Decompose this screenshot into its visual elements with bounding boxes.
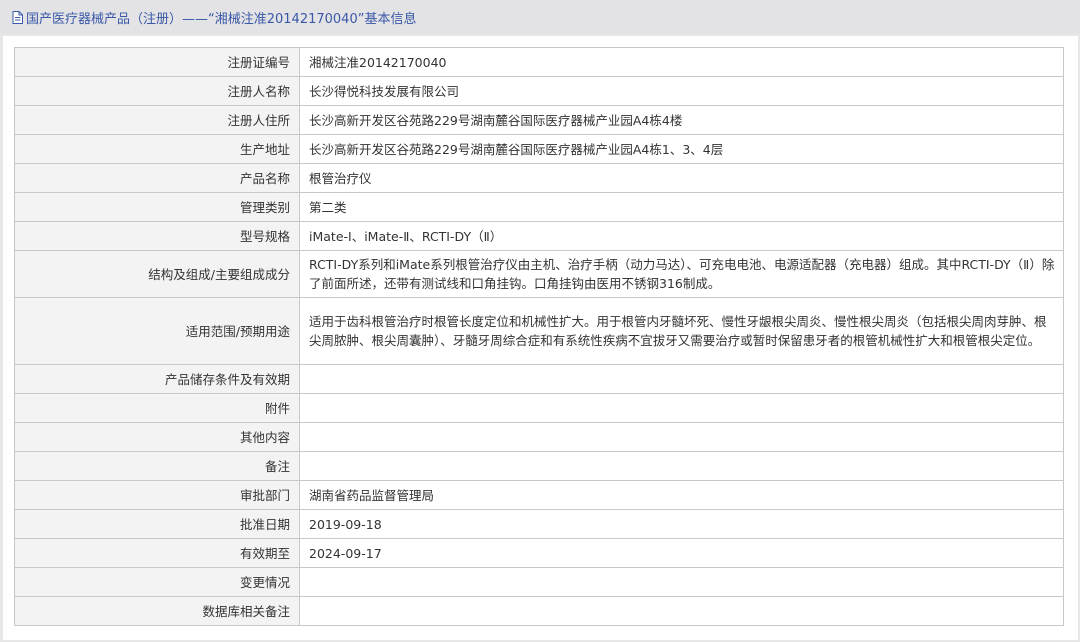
row-value: [299, 422, 1064, 452]
info-table: 注册证编号 湘械注准20142170040 注册人名称 长沙得悦科技发展有限公司…: [14, 47, 1064, 626]
table-row: 型号规格 iMate-Ⅰ、iMate-Ⅱ、RCTI-DY（Ⅱ）: [14, 221, 1064, 251]
page: 国产医疗器械产品（注册）——“湘械注准20142170040”基本信息 注册证编…: [0, 0, 1080, 642]
row-label: 适用范围/预期用途: [14, 297, 300, 365]
row-value: 长沙得悦科技发展有限公司: [299, 76, 1064, 106]
row-label: 变更情况: [14, 567, 300, 597]
row-label: 其他内容: [14, 422, 300, 452]
row-label: 产品储存条件及有效期: [14, 364, 300, 394]
row-label: 有效期至: [14, 538, 300, 568]
table-row: 审批部门 湖南省药品监督管理局: [14, 480, 1064, 510]
row-value: [299, 364, 1064, 394]
table-row: 备注: [14, 451, 1064, 481]
table-row: 结构及组成/主要组成成分 RCTI-DY系列和iMate系列根管治疗仪由主机、治…: [14, 250, 1064, 298]
row-value: [299, 393, 1064, 423]
row-value: 适用于齿科根管治疗时根管长度定位和机械性扩大。用于根管内牙髓坏死、慢性牙龈根尖周…: [299, 297, 1064, 365]
row-value: 湘械注准20142170040: [299, 47, 1064, 77]
table-row: 注册证编号 湘械注准20142170040: [14, 47, 1064, 77]
row-value: 湖南省药品监督管理局: [299, 480, 1064, 510]
row-label: 注册人名称: [14, 76, 300, 106]
row-value: 长沙高新开发区谷苑路229号湖南麓谷国际医疗器械产业园A4栋4楼: [299, 105, 1064, 135]
table-row: 其他内容: [14, 422, 1064, 452]
table-row: 批准日期 2019-09-18: [14, 509, 1064, 539]
table-row: 注册人名称 长沙得悦科技发展有限公司: [14, 76, 1064, 106]
row-value: [299, 451, 1064, 481]
row-value: iMate-Ⅰ、iMate-Ⅱ、RCTI-DY（Ⅱ）: [299, 221, 1064, 251]
row-label: 附件: [14, 393, 300, 423]
row-label: 注册人住所: [14, 105, 300, 135]
row-label: 批准日期: [14, 509, 300, 539]
table-row: 产品名称 根管治疗仪: [14, 163, 1064, 193]
row-label: 管理类别: [14, 192, 300, 222]
row-value: [299, 596, 1064, 626]
row-value: 2019-09-18: [299, 509, 1064, 539]
row-label: 型号规格: [14, 221, 300, 251]
table-row: 有效期至 2024-09-17: [14, 538, 1064, 568]
row-label: 生产地址: [14, 134, 300, 164]
row-label: 产品名称: [14, 163, 300, 193]
row-value: 第二类: [299, 192, 1064, 222]
page-header: 国产医疗器械产品（注册）——“湘械注准20142170040”基本信息: [0, 0, 1080, 34]
row-label: 审批部门: [14, 480, 300, 510]
table-row: 注册人住所 长沙高新开发区谷苑路229号湖南麓谷国际医疗器械产业园A4栋4楼: [14, 105, 1064, 135]
document-icon: [12, 10, 23, 24]
row-label: 数据库相关备注: [14, 596, 300, 626]
page-title: 国产医疗器械产品（注册）——“湘械注准20142170040”基本信息: [26, 11, 417, 27]
row-value: RCTI-DY系列和iMate系列根管治疗仪由主机、治疗手柄（动力马达）、可充电…: [299, 250, 1064, 298]
table-row: 变更情况: [14, 567, 1064, 597]
row-label: 结构及组成/主要组成成分: [14, 250, 300, 298]
table-row: 附件: [14, 393, 1064, 423]
detail-panel: 注册证编号 湘械注准20142170040 注册人名称 长沙得悦科技发展有限公司…: [3, 36, 1078, 640]
row-value: 根管治疗仪: [299, 163, 1064, 193]
table-row: 管理类别 第二类: [14, 192, 1064, 222]
row-label: 注册证编号: [14, 47, 300, 77]
row-value: [299, 567, 1064, 597]
row-value: 2024-09-17: [299, 538, 1064, 568]
table-row: 生产地址 长沙高新开发区谷苑路229号湖南麓谷国际医疗器械产业园A4栋1、3、4…: [14, 134, 1064, 164]
table-row: 适用范围/预期用途 适用于齿科根管治疗时根管长度定位和机械性扩大。用于根管内牙髓…: [14, 297, 1064, 365]
row-value: 长沙高新开发区谷苑路229号湖南麓谷国际医疗器械产业园A4栋1、3、4层: [299, 134, 1064, 164]
row-label: 备注: [14, 451, 300, 481]
table-row: 产品储存条件及有效期: [14, 364, 1064, 394]
table-row: 数据库相关备注: [14, 596, 1064, 626]
